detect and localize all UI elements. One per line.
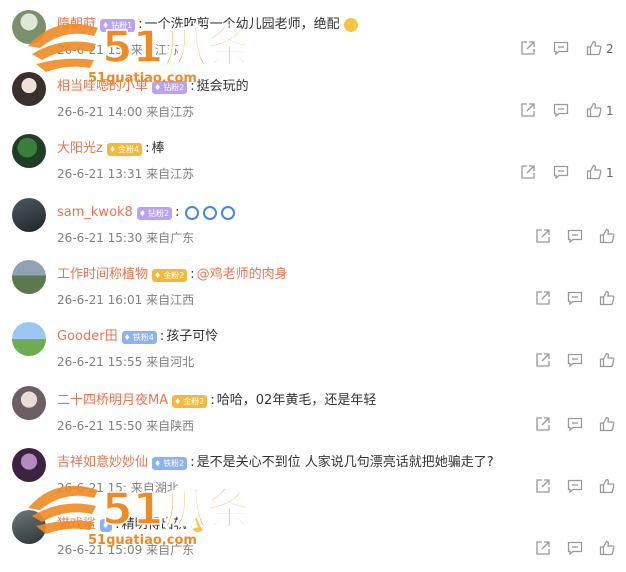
fan-badge: ♦ 金粉2 — [172, 394, 208, 408]
comment-text: 棒 — [151, 141, 165, 156]
diamond-icon: ♦ — [174, 396, 182, 406]
share-icon[interactable] — [535, 540, 553, 558]
username[interactable]: Gooder田 — [57, 328, 118, 346]
comment-item: 二十四桥明月夜MA ♦ 金粉2 : 哈哈，02年黄毛，还是年轻 26-6-21 1… — [0, 386, 626, 448]
username[interactable]: sam_kwok8 — [57, 204, 133, 222]
comment-item: sam_kwok8 ♦ 钻粉2 : 26-6-21 15:30 来自广东 — [0, 198, 626, 260]
username[interactable]: 相当哇嗯的小单 — [57, 78, 148, 96]
username[interactable]: 二十四桥明月夜MA — [57, 392, 168, 410]
like-icon[interactable] — [599, 478, 617, 496]
comment-item: 隋朝莳 ♦ 钻粉1 : 一个洗吹剪一个幼儿园老师，绝配 26-6-21 15: 来… — [0, 10, 626, 72]
username[interactable]: 工作时间称植物 — [57, 266, 148, 284]
like-count: 1 — [606, 166, 614, 180]
comment-text: 哈哈，02年黄毛，还是年轻 — [216, 393, 377, 408]
like-icon[interactable] — [599, 352, 617, 370]
comment-icon[interactable] — [567, 540, 585, 558]
fan-badge: ♦ 钻粉2 — [152, 80, 188, 94]
like-icon[interactable] — [586, 102, 604, 120]
like-count: 1 — [606, 104, 614, 118]
avatar[interactable] — [12, 198, 46, 232]
comment-item: 大阳光z ♦ 金粉4 : 棒 26-6-21 13:31 来自江苏 1 — [0, 134, 626, 196]
comment-text: 一个洗吹剪一个幼儿园老师，绝配 — [144, 17, 340, 32]
avatar[interactable] — [12, 510, 46, 544]
share-icon[interactable] — [535, 290, 553, 308]
fan-badge: ♦ 铁粉4 — [121, 330, 157, 344]
avatar[interactable] — [12, 322, 46, 356]
like-icon[interactable] — [599, 416, 617, 434]
like-icon[interactable] — [599, 540, 617, 558]
diamond-icon: ♦ — [123, 332, 131, 342]
avatar[interactable] — [12, 72, 46, 106]
doraemon-emoji-icon — [221, 206, 236, 220]
username[interactable]: 猫戏鲨 — [57, 516, 96, 534]
like-count: 2 — [606, 42, 614, 56]
fan-badge: ♦ 铁粉2 — [152, 456, 188, 470]
like-icon[interactable] — [599, 290, 617, 308]
like-icon[interactable] — [599, 228, 617, 246]
share-icon[interactable] — [535, 416, 553, 434]
share-icon[interactable] — [520, 164, 538, 182]
avatar[interactable] — [12, 10, 46, 44]
avatar[interactable] — [12, 448, 46, 482]
comment-icon[interactable] — [553, 164, 571, 182]
diamond-icon: ♦ — [154, 270, 162, 280]
diamond-icon: ♦ — [102, 20, 110, 30]
doraemon-emoji-icon — [203, 206, 218, 220]
comment-text: 精明得出轨 — [121, 517, 187, 532]
smirk-emoji-icon — [343, 18, 358, 32]
fan-badge: ♦ 钻粉1 — [100, 18, 136, 32]
comment-icon[interactable] — [567, 416, 585, 434]
comment-icon[interactable] — [567, 290, 585, 308]
comment-item: Gooder田 ♦ 铁粉4 : 孩子可怜 26-6-21 15:55 来自河北 — [0, 322, 626, 384]
smirk-emoji-icon — [190, 518, 205, 532]
share-icon[interactable] — [520, 40, 538, 58]
avatar[interactable] — [12, 260, 46, 294]
username[interactable]: 隋朝莳 — [57, 16, 96, 34]
like-icon[interactable] — [586, 164, 604, 182]
diamond-icon: ♦ — [108, 144, 116, 154]
comment-icon[interactable] — [567, 352, 585, 370]
comment-item: 吉祥如意妙妙仙 ♦ 铁粉2 : 是不是关心不到位 人家说几句漂亮话就把她骗走了? … — [0, 448, 626, 510]
username[interactable]: 吉祥如意妙妙仙 — [57, 454, 148, 472]
comment-item: 猫戏鲨 ♦ : 精明得出轨 26-6-21 15:09 来自广东 — [0, 510, 626, 572]
share-icon[interactable] — [535, 352, 553, 370]
avatar[interactable] — [12, 386, 46, 420]
comment-icon[interactable] — [553, 40, 571, 58]
doraemon-emoji-icon — [185, 206, 200, 220]
comment-text: 孩子可怜 — [166, 329, 219, 344]
avatar[interactable] — [12, 134, 46, 168]
comment-text: 挺会玩的 — [196, 79, 249, 94]
comment-icon[interactable] — [567, 478, 585, 496]
fan-badge: ♦ 金粉4 — [106, 142, 143, 156]
diamond-icon: ♦ — [102, 520, 110, 530]
diamond-icon: ♦ — [154, 458, 162, 468]
share-icon[interactable] — [535, 228, 553, 246]
fan-badge: ♦ — [100, 518, 113, 532]
comment-icon[interactable] — [567, 228, 585, 246]
share-icon[interactable] — [520, 102, 538, 120]
diamond-icon: ♦ — [138, 208, 146, 218]
fan-badge: ♦ 钻粉2 — [136, 206, 173, 220]
share-icon[interactable] — [535, 478, 553, 496]
comment-item: 工作时间称植物 ♦ 金粉2 : @鸡老师的肉身 26-6-21 16:01 来自江… — [0, 260, 626, 322]
diamond-icon: ♦ — [154, 82, 162, 92]
comment-item: 相当哇嗯的小单 ♦ 钻粉2 : 挺会玩的 26-6-21 14:00 来自江苏 1 — [0, 72, 626, 134]
username[interactable]: 大阳光z — [57, 140, 103, 158]
like-icon[interactable] — [586, 40, 604, 58]
comment-icon[interactable] — [553, 102, 571, 120]
fan-badge: ♦ 金粉2 — [152, 268, 188, 282]
mention-link[interactable]: @鸡老师的肉身 — [197, 266, 288, 284]
comment-text: 是不是关心不到位 人家说几句漂亮话就把她骗走了? — [196, 455, 494, 470]
